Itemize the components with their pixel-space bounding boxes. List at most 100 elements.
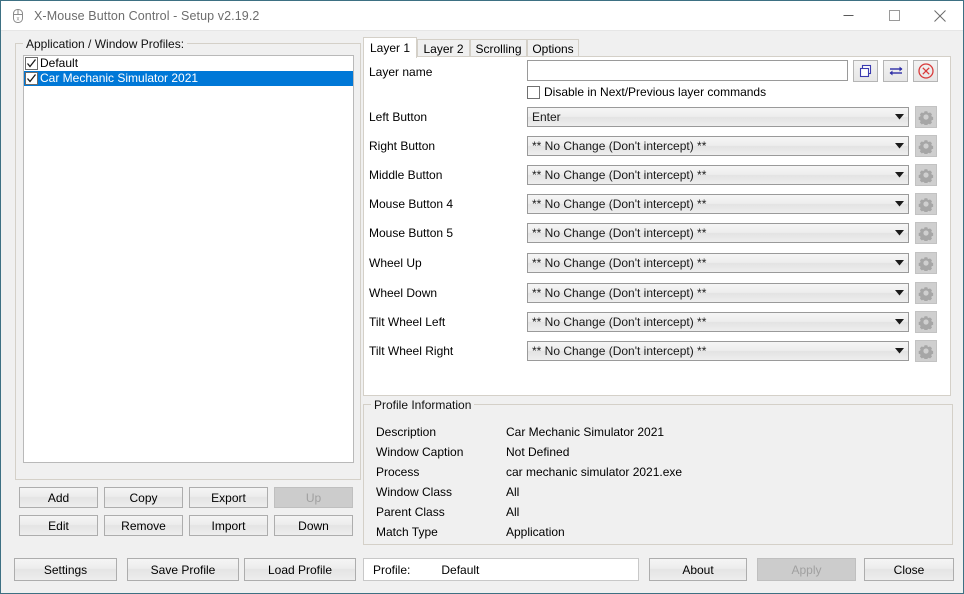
list-item[interactable]: Default [24, 56, 353, 71]
maximize-icon[interactable] [871, 1, 917, 30]
list-item-label: Default [40, 56, 79, 70]
disable-next-previous-label: Disable in Next/Previous layer commands [544, 85, 767, 99]
wheel-down-label: Wheel Down [369, 286, 438, 300]
profile-information-title: Profile Information [371, 398, 475, 412]
profile-status-bar: Profile: Default [363, 558, 639, 581]
load-profile-button[interactable]: Load Profile [244, 558, 356, 581]
parent-class-value: All [506, 505, 520, 519]
chevron-down-icon [891, 342, 908, 360]
left-button-gear-icon[interactable] [915, 106, 937, 128]
left-button-combo[interactable]: Enter [527, 107, 909, 127]
mouse-button-5-label: Mouse Button 5 [369, 226, 454, 240]
match-type-value: Application [506, 525, 565, 539]
layer-name-label: Layer name [369, 65, 433, 79]
tilt-wheel-left-combo[interactable]: ** No Change (Don't intercept) ** [527, 312, 909, 332]
mouse-button-5-gear-icon[interactable] [915, 222, 937, 244]
list-item-label: Car Mechanic Simulator 2021 [40, 71, 199, 85]
tab-scrolling[interactable]: Scrolling [470, 39, 527, 57]
add-button[interactable]: Add [19, 487, 98, 508]
settings-button[interactable]: Settings [14, 558, 117, 581]
window-class-value: All [506, 485, 520, 499]
remove-button[interactable]: Remove [104, 515, 183, 536]
match-type-label: Match Type [376, 525, 438, 539]
mouse-button-4-label: Mouse Button 4 [369, 197, 454, 211]
tilt-wheel-right-gear-icon[interactable] [915, 340, 937, 362]
swap-arrows-icon[interactable] [883, 60, 908, 82]
middle-button-label: Middle Button [369, 168, 443, 182]
checkbox-checked-icon[interactable] [25, 72, 38, 85]
tilt-wheel-right-label: Tilt Wheel Right [369, 344, 454, 358]
layer-tabstrip: Layer 1 Layer 2 Scrolling Options [363, 37, 951, 58]
window-title: X-Mouse Button Control - Setup v2.19.2 [34, 8, 260, 23]
wheel-up-combo[interactable]: ** No Change (Don't intercept) ** [527, 253, 909, 273]
application-window-profiles-group: Application / Window Profiles: Default C… [15, 37, 361, 480]
close-icon[interactable] [917, 1, 963, 30]
wheel-up-label: Wheel Up [369, 256, 422, 270]
mouse-icon: x [10, 8, 26, 24]
checkbox-unchecked-icon[interactable] [527, 85, 540, 99]
description-label: Description [376, 425, 437, 439]
process-label: Process [376, 465, 420, 479]
clear-circle-icon[interactable] [913, 60, 938, 82]
chevron-down-icon [891, 166, 908, 184]
window-caption-label: Window Caption [376, 445, 464, 459]
tilt-wheel-right-combo[interactable]: ** No Change (Don't intercept) ** [527, 341, 909, 361]
copy-button[interactable]: Copy [104, 487, 183, 508]
profiles-group-title: Application / Window Profiles: [23, 37, 188, 51]
chevron-down-icon [891, 224, 908, 242]
chevron-down-icon [891, 284, 908, 302]
right-button-combo[interactable]: ** No Change (Don't intercept) ** [527, 136, 909, 156]
chevron-down-icon [891, 313, 908, 331]
profile-information-group: Profile Information Description Car Mech… [363, 398, 953, 545]
window-class-label: Window Class [376, 485, 453, 499]
tab-options[interactable]: Options [527, 39, 579, 57]
title-bar: x X-Mouse Button Control - Setup v2.19.2 [1, 1, 963, 31]
process-value: car mechanic simulator 2021.exe [506, 465, 683, 479]
wheel-down-combo-value: ** No Change (Don't intercept) ** [532, 286, 707, 300]
middle-button-combo[interactable]: ** No Change (Don't intercept) ** [527, 165, 909, 185]
parent-class-label: Parent Class [376, 505, 445, 519]
layer-name-input[interactable] [527, 60, 848, 81]
down-button[interactable]: Down [274, 515, 353, 536]
wheel-up-gear-icon[interactable] [915, 252, 937, 274]
chevron-down-icon [891, 254, 908, 272]
close-button[interactable]: Close [864, 558, 954, 581]
left-button-combo-value: Enter [532, 110, 561, 124]
description-value: Car Mechanic Simulator 2021 [506, 425, 665, 439]
middle-button-gear-icon[interactable] [915, 164, 937, 186]
list-item[interactable]: Car Mechanic Simulator 2021 [24, 71, 353, 86]
edit-button[interactable]: Edit [19, 515, 98, 536]
export-button[interactable]: Export [189, 487, 268, 508]
mouse-button-4-combo-value: ** No Change (Don't intercept) ** [532, 197, 707, 211]
left-button-label: Left Button [369, 110, 428, 124]
tilt-wheel-left-combo-value: ** No Change (Don't intercept) ** [532, 315, 707, 329]
tilt-wheel-left-gear-icon[interactable] [915, 311, 937, 333]
profiles-listbox[interactable]: Default Car Mechanic Simulator 2021 [23, 55, 354, 463]
checkbox-checked-icon[interactable] [25, 57, 38, 70]
save-profile-button[interactable]: Save Profile [127, 558, 239, 581]
copy-layer-icon[interactable] [853, 60, 878, 82]
mouse-button-4-combo[interactable]: ** No Change (Don't intercept) ** [527, 194, 909, 214]
about-button[interactable]: About [649, 558, 747, 581]
right-button-gear-icon[interactable] [915, 135, 937, 157]
tab-layer-1[interactable]: Layer 1 [363, 37, 417, 58]
right-button-combo-value: ** No Change (Don't intercept) ** [532, 139, 707, 153]
mouse-button-4-gear-icon[interactable] [915, 193, 937, 215]
xmouse-setup-window: x X-Mouse Button Control - Setup v2.19.2… [0, 0, 964, 594]
tilt-wheel-left-label: Tilt Wheel Left [369, 315, 446, 329]
chevron-down-icon [891, 195, 908, 213]
up-button[interactable]: Up [274, 487, 353, 508]
wheel-down-combo[interactable]: ** No Change (Don't intercept) ** [527, 283, 909, 303]
minimize-icon[interactable] [825, 1, 871, 30]
svg-text:x: x [17, 16, 20, 22]
window-caption-value: Not Defined [506, 445, 570, 459]
disable-next-previous-checkbox-row[interactable]: Disable in Next/Previous layer commands [527, 85, 766, 99]
wheel-down-gear-icon[interactable] [915, 282, 937, 304]
mouse-button-5-combo[interactable]: ** No Change (Don't intercept) ** [527, 223, 909, 243]
profile-status-value: Default [441, 562, 480, 577]
apply-button[interactable]: Apply [757, 558, 856, 581]
chevron-down-icon [891, 108, 908, 126]
import-button[interactable]: Import [189, 515, 268, 536]
right-button-label: Right Button [369, 139, 436, 153]
tab-layer-2[interactable]: Layer 2 [417, 39, 470, 57]
